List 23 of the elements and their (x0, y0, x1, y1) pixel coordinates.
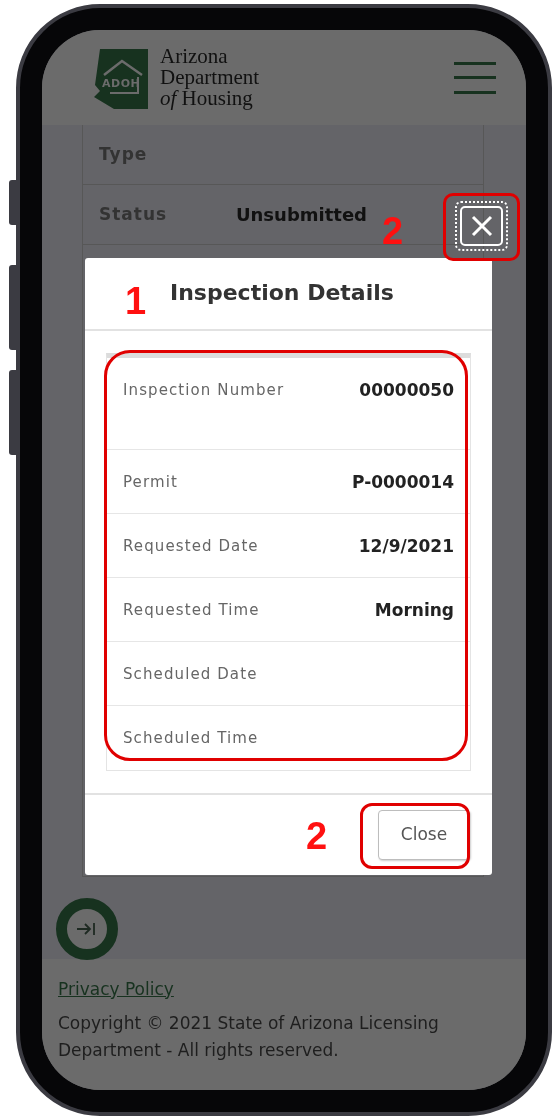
menu-icon[interactable] (454, 61, 496, 94)
field-value: 12/9/2021 (358, 535, 454, 558)
logo-text: Arizona (160, 46, 229, 67)
close-button[interactable]: Close (378, 810, 470, 860)
logo-text: Department (160, 67, 260, 88)
field-value: Unsubmitted (235, 203, 367, 227)
field-label: Permit (123, 472, 178, 493)
field-label: Scheduled Date (123, 664, 258, 685)
annotation-number: 2 (306, 817, 328, 855)
annotation-number: 2 (382, 212, 404, 250)
field-value: Morning (374, 599, 454, 622)
close-icon[interactable] (455, 201, 508, 251)
arrow-to-bar-icon (76, 921, 98, 937)
field-value: P-0000014 (351, 471, 454, 494)
field-label: Inspection Number (123, 380, 285, 401)
field-label: Requested Date (123, 536, 259, 557)
annotation-number: 1 (125, 282, 147, 320)
logo-text: of Housing (160, 88, 253, 109)
dialog-title: Inspection Details (170, 280, 394, 307)
field-label: Requested Time (123, 600, 260, 621)
field-value: 00000050 (359, 379, 454, 402)
field-label: Scheduled Time (123, 728, 259, 749)
copyright-text: Copyright © 2021 State of Arizona Licensing Department - All rights reserved. (58, 1012, 440, 1062)
